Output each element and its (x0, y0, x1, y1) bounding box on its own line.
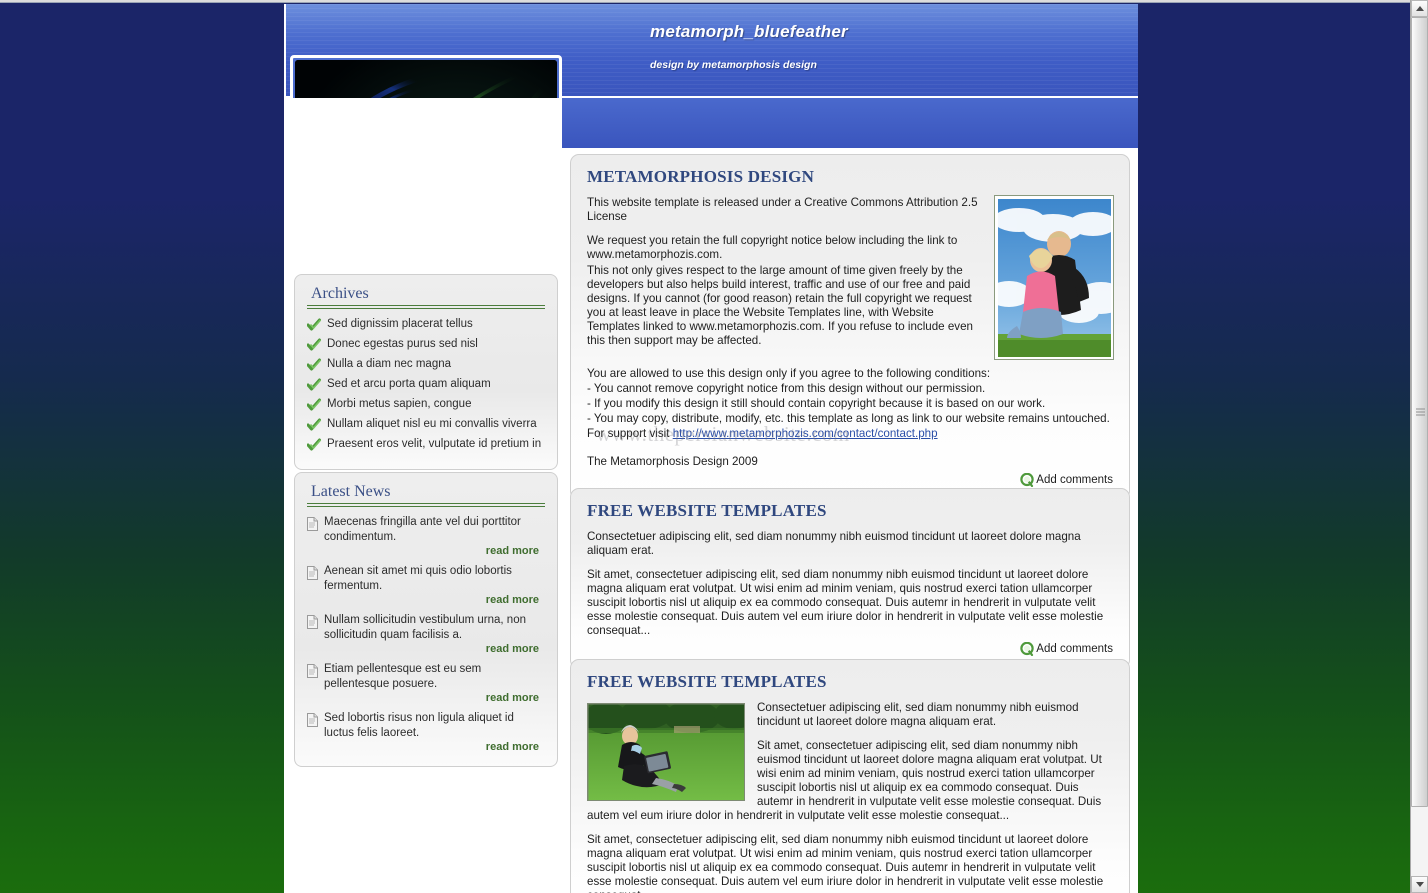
list-item[interactable]: Sed dignissim placerat tellus (306, 317, 545, 332)
divider (307, 305, 545, 309)
list-item[interactable]: Donec egestas purus sed nisl (306, 337, 545, 352)
conditions-intro: You are allowed to use this design only … (587, 367, 991, 380)
latest-news-title: Latest News (311, 483, 391, 500)
list-item[interactable]: Sed et arcu porta quam aliquam (306, 377, 545, 392)
list-item-label: Sed lobortis risus non ligula aliquet id… (324, 712, 514, 739)
archives-title: Archives (311, 285, 369, 302)
document-icon (307, 615, 318, 629)
list-item-label: Nullam sollicitudin vestibulum urna, non… (324, 614, 526, 641)
site-title: metamorph_bluefeather (650, 22, 848, 41)
browser-top-edge (0, 0, 1410, 3)
list-item-label: Morbi metus sapien, congue (327, 398, 472, 410)
list-item-label: Maecenas fringilla ante vel dui porttito… (324, 516, 521, 543)
block-paragraph: Consectetuer adipiscing elit, sed diam n… (587, 530, 1081, 557)
scrollbar-thumb[interactable] (1411, 17, 1428, 807)
document-icon (307, 517, 318, 531)
read-more-link[interactable]: read more (307, 692, 539, 704)
comment-icon (1020, 472, 1034, 488)
scroll-down-button[interactable] (1411, 876, 1428, 893)
scroll-up-button[interactable] (1411, 0, 1428, 17)
check-icon (306, 438, 321, 452)
block-title: FREE WEBSITE TEMPLATES (587, 672, 827, 691)
check-icon (306, 338, 321, 352)
list-item[interactable]: Nullam aliquet nisl eu mi convallis vive… (306, 417, 545, 432)
check-icon (306, 398, 321, 412)
block-title: METAMORPHOSIS DESIGN (587, 167, 815, 186)
site-wrapper: metamorph_bluefeather design by metamorp… (284, 4, 1138, 893)
list-item: Sed lobortis risus non ligula aliquet id… (307, 711, 545, 753)
block-paragraph: Sit amet, consectetuer adipiscing elit, … (587, 833, 1104, 893)
add-comments-label[interactable]: Add comments (1036, 643, 1113, 655)
condition-1: - You cannot remove copyright notice fro… (587, 382, 986, 395)
support-link[interactable]: http://www.metamorphozis.com/contact/con… (673, 427, 938, 440)
read-more-link[interactable]: read more (307, 594, 539, 606)
block-title: FREE WEBSITE TEMPLATES (587, 501, 827, 520)
nav-strip-background (562, 98, 1138, 148)
document-icon (307, 713, 318, 727)
grip-icon (1416, 408, 1425, 416)
read-more-link[interactable]: read more (307, 741, 539, 753)
archives-list: Sed dignissim placerat tellus Donec eges… (306, 317, 545, 452)
list-item-label: Nulla a diam nec magna (327, 358, 452, 370)
read-more-link[interactable]: read more (307, 545, 539, 557)
condition-3: - You may copy, distribute, modify, etc.… (587, 412, 1110, 425)
add-comments-label[interactable]: Add comments (1036, 474, 1113, 486)
chevron-down-icon (1415, 882, 1424, 887)
list-item-label: Aenean sit amet mi quis odio lobortis fe… (324, 565, 512, 592)
chevron-up-icon (1415, 6, 1424, 11)
support-line: For support visit http://www.metamorphoz… (587, 427, 1113, 441)
article-photo-couple (994, 195, 1114, 360)
list-item[interactable]: Praesent eros velit, vulputate id pretiu… (306, 437, 545, 452)
add-comments-row[interactable]: Add comments (587, 641, 1113, 657)
check-icon (306, 318, 321, 332)
latest-news-panel: Latest News Maecenas fringilla ante vel … (294, 472, 558, 767)
article-photo-woman-laptop (587, 703, 745, 801)
list-item-label: Sed et arcu porta quam aliquam (327, 378, 491, 390)
list-item-label: Nullam aliquet nisl eu mi convallis vive… (327, 418, 537, 430)
list-item-label: Sed dignissim placerat tellus (327, 318, 473, 330)
content-block-free-website-templates-2: FREE WEBSITE TEMPLATES Consectetuer adip… (570, 659, 1130, 893)
block-paragraph: Sit amet, consectetuer adipiscing elit, … (587, 568, 1104, 637)
list-item[interactable]: Nulla a diam nec magna (306, 357, 545, 372)
content-block-metamorphosis-design: METAMORPHOSIS DESIGN This website templa… (570, 154, 1130, 500)
document-icon (307, 664, 318, 678)
site-tagline: design by metamorphosis design (650, 59, 817, 71)
comment-icon (1020, 641, 1034, 657)
page-scrollbar[interactable] (1410, 0, 1428, 893)
list-item-label: Etiam pellentesque est eu sem pellentesq… (324, 663, 482, 690)
archives-panel: Archives Sed dignissim placerat tellus D… (294, 274, 558, 470)
content-block-free-website-templates-1: FREE WEBSITE TEMPLATES Consectetuer adip… (570, 488, 1130, 669)
list-item-label: Praesent eros velit, vulputate id pretiu… (327, 438, 542, 450)
read-more-link[interactable]: read more (307, 643, 539, 655)
list-item: Maecenas fringilla ante vel dui porttito… (307, 515, 545, 557)
divider (307, 503, 545, 507)
page-body: Archives Sed dignissim placerat tellus D… (286, 98, 1138, 893)
check-icon (306, 378, 321, 392)
document-icon (307, 566, 318, 580)
list-item-label: Donec egestas purus sed nisl (327, 338, 478, 350)
list-item: Aenean sit amet mi quis odio lobortis fe… (307, 564, 545, 606)
check-icon (306, 418, 321, 432)
list-item: Etiam pellentesque est eu sem pellentesq… (307, 662, 545, 704)
copyright-line: The Metamorphosis Design 2009 (587, 455, 758, 468)
condition-2: - If you modify this design it still sho… (587, 397, 1046, 410)
support-prefix: For support visit (587, 427, 673, 440)
list-item[interactable]: Morbi metus sapien, congue (306, 397, 545, 412)
scrollbar-track[interactable] (1411, 17, 1428, 876)
check-icon (306, 358, 321, 372)
add-comments-row[interactable]: Add comments (587, 472, 1113, 488)
list-item: Nullam sollicitudin vestibulum urna, non… (307, 613, 545, 655)
